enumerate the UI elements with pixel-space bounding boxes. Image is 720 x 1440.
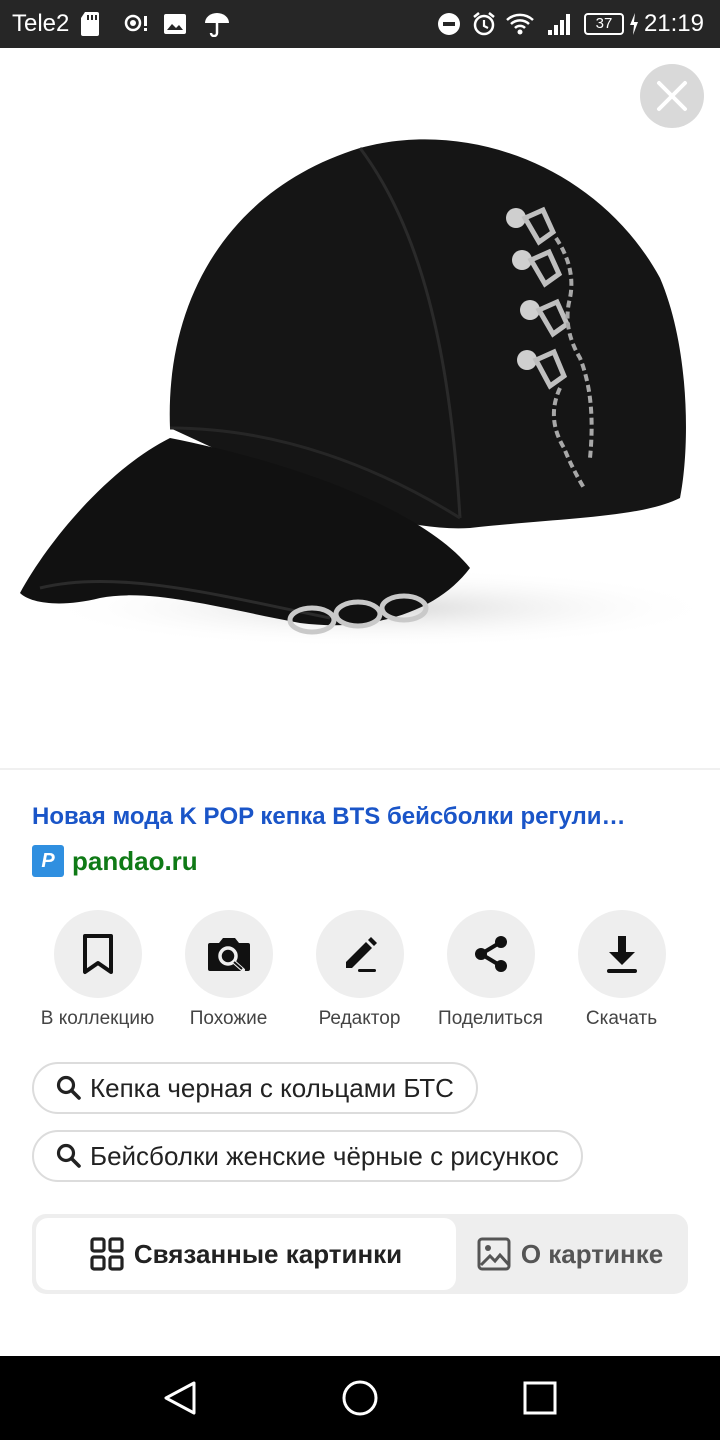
source-logo-icon: P [32, 845, 64, 877]
image-icon [162, 10, 188, 38]
share-icon [474, 936, 507, 972]
image-viewer[interactable] [0, 48, 720, 768]
clock: 21:19 [643, 10, 704, 37]
home-button[interactable] [336, 1374, 384, 1422]
share-button[interactable]: Поделиться [425, 910, 556, 1030]
suggestion-text: Кепка черная с кольцами БТС [90, 1072, 454, 1103]
tab-about-image[interactable]: О картинке [456, 1218, 684, 1290]
battery-icon: 37 [584, 13, 624, 35]
back-button[interactable] [156, 1374, 204, 1422]
wifi-icon [504, 10, 536, 38]
source-domain: pandao.ru [72, 845, 198, 876]
sd-card-icon [80, 10, 102, 38]
search-suggestion-chip[interactable]: Кепка черная с кольцами БТС [32, 1062, 478, 1114]
action-bar: В коллекцию Похожие Редактор Поделиться … [0, 910, 720, 1040]
back-triangle-icon [164, 1381, 196, 1415]
recents-square-icon [523, 1381, 557, 1415]
divider [0, 768, 720, 770]
tab-related-label: Связанные картинки [133, 1238, 403, 1269]
camera-search-icon [207, 938, 250, 972]
carrier-name: Tele2 [12, 10, 70, 37]
recents-button[interactable] [516, 1374, 564, 1422]
tab-about-label: О картинке [520, 1238, 664, 1269]
download-button[interactable]: Скачать [556, 910, 687, 1030]
source-link[interactable]: P pandao.ru [32, 845, 198, 877]
download-label: Скачать [585, 1008, 658, 1029]
pencil-icon [345, 937, 377, 972]
editor-label: Редактор [318, 1008, 401, 1029]
similar-button[interactable]: Похожие [163, 910, 294, 1030]
search-icon [56, 1143, 81, 1168]
editor-button[interactable]: Редактор [294, 910, 425, 1030]
close-button[interactable] [640, 64, 704, 128]
umbrella-icon [202, 10, 232, 38]
result-title-link[interactable]: Новая мода K POP кепка BTS бейсболки рег… [32, 803, 692, 831]
navigation-bar [0, 1356, 720, 1440]
home-circle-icon [342, 1380, 378, 1416]
signal-icon [546, 10, 574, 38]
close-icon [657, 81, 687, 111]
tab-related-images[interactable]: Связанные картинки [36, 1218, 456, 1290]
similar-label: Похожие [189, 1008, 268, 1029]
share-label: Поделиться [438, 1008, 543, 1029]
charging-icon [628, 10, 640, 38]
search-suggestion-chip[interactable]: Бейсболки женские чёрные с рисункос [32, 1130, 583, 1182]
search-icon [56, 1075, 81, 1100]
image-info-icon [477, 1237, 511, 1271]
add-to-collection-button[interactable]: В коллекцию [32, 910, 163, 1030]
add-to-collection-label: В коллекцию [40, 1008, 155, 1029]
suggestion-text: Бейсболки женские чёрные с рисункос [90, 1140, 559, 1171]
alarm-icon [471, 10, 497, 38]
grid-icon [90, 1237, 124, 1271]
dnd-icon [436, 10, 462, 38]
download-icon [606, 936, 637, 973]
baseball-cap-photo [20, 139, 720, 648]
hotspot-icon [120, 10, 150, 38]
tab-switcher: Связанные картинки О картинке [32, 1214, 688, 1294]
status-bar: Tele2 37 21:19 [0, 0, 720, 48]
bookmark-icon [82, 934, 113, 974]
